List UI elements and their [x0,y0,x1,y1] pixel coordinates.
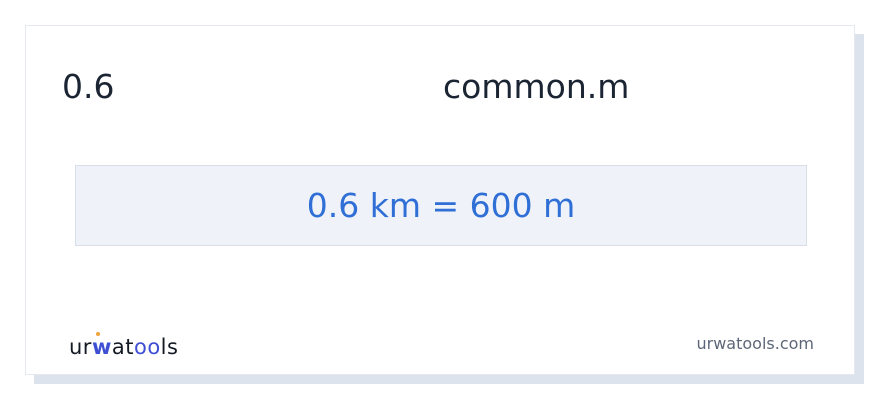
input-value: 0.6 [62,67,115,106]
urwatools-logo: ur w at oo ls [69,332,179,359]
logo-w-letter: w [91,332,112,359]
logo-text-part: at [111,335,134,359]
result-text: 0.6 km = 600 m [306,186,576,225]
logo-text-part: ur [69,335,92,359]
logo-oo-letters: oo [133,335,161,359]
result-box: 0.6 km = 600 m [75,165,807,246]
logo-text-part: ls [160,335,179,359]
unit-label: common.m [443,67,630,106]
conversion-card: 0.6 common.m 0.6 km = 600 m ur w at oo ls ur… [25,25,855,375]
site-url: urwatools.com [696,334,815,353]
